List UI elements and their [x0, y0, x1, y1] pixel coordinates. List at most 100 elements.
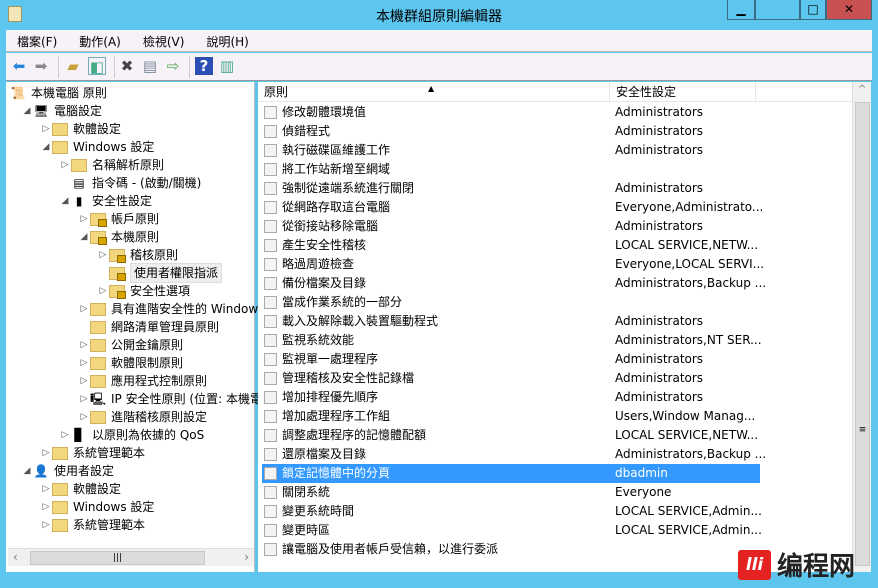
scroll-right-icon[interactable]: › — [244, 550, 249, 564]
tree-item[interactable]: ▷ 具有進階安全性的 Windows — [78, 300, 265, 318]
tree-item-label: 使用者權限指派 — [130, 263, 223, 283]
tree-item[interactable]: ▷ 安全性選項 — [97, 282, 190, 300]
close-button[interactable]: ✕ — [826, 0, 872, 20]
menu-file[interactable]: 檔案(F) — [6, 30, 57, 50]
show-hide-tree-icon[interactable]: ◧ — [88, 57, 106, 76]
tree-item[interactable]: ▷ Windows 設定 — [40, 498, 155, 516]
table-row[interactable]: 強制從遠端系統進行關閉 Administrators — [262, 179, 760, 198]
maximize-button[interactable]: □ — [800, 0, 826, 20]
expand-icon[interactable]: ▷ — [78, 390, 90, 408]
table-row[interactable]: 監視單一處理程序 Administrators — [262, 350, 760, 369]
tree-item[interactable]: ◢ 🖥 電腦設定 — [21, 102, 102, 120]
expand-icon[interactable]: ▷ — [97, 282, 109, 300]
menu-action[interactable]: 動作(A) — [68, 30, 121, 50]
expand-icon[interactable]: ▷ — [78, 408, 90, 426]
expand-icon[interactable]: ▷ — [78, 336, 90, 354]
table-row[interactable]: 關閉系統 Everyone — [262, 483, 760, 502]
tree-item[interactable]: ◢ ▮ 安全性設定 — [59, 192, 152, 210]
collapse-icon[interactable]: ◢ — [21, 102, 33, 120]
table-row[interactable]: 載入及解除載入裝置驅動程式 Administrators — [262, 312, 760, 331]
tree-item[interactable]: ◢ Windows 設定 — [40, 138, 155, 156]
column-header-security-setting[interactable]: 安全性設定 — [610, 82, 756, 102]
collapse-icon[interactable]: ◢ — [21, 462, 33, 480]
table-row[interactable]: 備份檔案及目錄 Administrators,Backup ... — [262, 274, 766, 293]
table-row[interactable]: 從銜接站移除電腦 Administrators — [262, 217, 760, 236]
tree-item[interactable]: ▷ 🖳 IP 安全性原則 (位置: 本機電 — [78, 390, 262, 408]
tree-item[interactable]: ▷ ▊ 以原則為依據的 QoS — [59, 426, 205, 444]
table-row[interactable]: 讓電腦及使用者帳戶受信賴，以進行委派 — [262, 540, 760, 559]
up-folder-icon[interactable]: ▰ — [64, 57, 82, 75]
tree-item[interactable]: ▷ 應用程式控制原則 — [78, 372, 207, 390]
tree-item[interactable]: 網路清單管理員原則 — [78, 318, 219, 336]
table-row[interactable]: 調整處理程序的記憶體配額 LOCAL SERVICE,NETW... — [262, 426, 760, 445]
tree-item[interactable]: 📜 本機電腦 原則 — [10, 84, 107, 102]
tree-item[interactable]: ▷ 軟體限制原則 — [78, 354, 183, 372]
expand-icon[interactable]: ▷ — [78, 372, 90, 390]
table-row[interactable]: 產生安全性稽核 LOCAL SERVICE,NETW... — [262, 236, 760, 255]
table-row[interactable]: 略過周遊檢查 Everyone,LOCAL SERVI... — [262, 255, 764, 274]
expand-icon[interactable]: ▷ — [78, 300, 90, 318]
expand-icon[interactable]: ▷ — [40, 120, 52, 138]
collapse-icon[interactable]: ◢ — [78, 228, 90, 246]
expand-icon[interactable]: ▷ — [40, 480, 52, 498]
tree-item[interactable]: ▷ 軟體設定 — [40, 480, 121, 498]
table-row[interactable]: 變更時區 LOCAL SERVICE,Admin... — [262, 521, 762, 540]
scroll-up-icon[interactable]: ^ — [858, 84, 866, 95]
tree-item[interactable]: ▷ 進階稽核原則設定 — [78, 408, 207, 426]
table-row[interactable]: 當成作業系統的一部分 — [262, 293, 760, 312]
table-row[interactable]: 管理稽核及安全性記錄檔 Administrators — [262, 369, 760, 388]
table-row[interactable]: 監視系統效能 Administrators,NT SER... — [262, 331, 762, 350]
table-row[interactable]: 鎖定記憶體中的分頁 dbadmin — [262, 464, 760, 483]
table-row[interactable]: 變更系統時間 LOCAL SERVICE,Admin... — [262, 502, 762, 521]
tree-item[interactable]: ▷ 帳戶原則 — [78, 210, 159, 228]
back-arrow-icon[interactable]: ⬅ — [10, 57, 28, 75]
tree-item-label: 以原則為依據的 QoS — [92, 428, 205, 442]
expand-icon[interactable]: ▷ — [78, 210, 90, 228]
forward-arrow-icon[interactable]: ➡ — [32, 57, 50, 75]
tree-item[interactable]: ▷ 軟體設定 — [40, 120, 121, 138]
table-row[interactable]: 將工作站新增至網域 — [262, 160, 760, 179]
tree-item[interactable]: ▷ 名稱解析原則 — [59, 156, 164, 174]
properties-icon[interactable]: ▤ — [141, 57, 159, 75]
tree-item[interactable]: ◢ 👤 使用者設定 — [21, 462, 114, 480]
menu-help[interactable]: 說明(H) — [195, 30, 248, 50]
export-list-icon[interactable]: ⇨ — [164, 57, 182, 75]
column-header-policy[interactable]: 原則 ▲ — [258, 82, 610, 102]
table-row[interactable]: 偵錯程式 Administrators — [262, 122, 760, 141]
scrollbar-thumb[interactable]: ||| — [30, 551, 205, 565]
expand-icon[interactable]: ▷ — [40, 444, 52, 462]
show-action-pane-icon[interactable]: ▥ — [218, 57, 236, 75]
expand-icon[interactable]: ▷ — [59, 156, 71, 174]
expand-icon[interactable]: ▷ — [40, 498, 52, 516]
tree-horizontal-scrollbar[interactable]: ‹ ||| › — [8, 548, 254, 566]
tree-item[interactable]: ▷ 系統管理範本 — [40, 516, 145, 534]
scrollbar-thumb[interactable]: ≡ — [855, 102, 870, 566]
table-row[interactable]: 執行磁碟區維護工作 Administrators — [262, 141, 760, 160]
expand-icon[interactable]: ▷ — [97, 246, 109, 264]
table-row[interactable]: 增加處理程序工作組 Users,Window Manag... — [262, 407, 760, 426]
list-vertical-scrollbar[interactable]: ^ ≡ — [852, 82, 871, 572]
table-row[interactable]: 增加排程優先順序 Administrators — [262, 388, 760, 407]
table-row[interactable]: 從網路存取這台電腦 Everyone,Administrato... — [262, 198, 763, 217]
tree-item[interactable]: ▤ 指令碼 - (啟動/關機) — [59, 174, 201, 192]
tree-item[interactable]: ▷ 公開金鑰原則 — [78, 336, 183, 354]
security-setting-value: Administrators — [615, 105, 704, 119]
tree-item[interactable]: 使用者權限指派 — [97, 263, 223, 283]
help-icon[interactable]: ? — [195, 57, 213, 75]
table-row[interactable]: 修改韌體環境值 Administrators — [262, 103, 760, 122]
tree-item[interactable]: ▷ 系統管理範本 — [40, 444, 145, 462]
menu-view[interactable]: 檢視(V) — [132, 30, 185, 50]
collapse-icon[interactable]: ◢ — [59, 192, 71, 210]
collapse-icon[interactable]: ◢ — [40, 138, 52, 156]
expand-icon[interactable]: ▷ — [40, 516, 52, 534]
tree-item[interactable]: ▷ 稽核原則 — [97, 246, 178, 264]
expand-icon[interactable]: ▷ — [78, 354, 90, 372]
minimize-button[interactable]: ▁ — [727, 0, 755, 20]
tree-item-label: 具有進階安全性的 Windows — [111, 302, 265, 316]
expand-icon[interactable]: ▷ — [59, 426, 71, 444]
scroll-left-icon[interactable]: ‹ — [13, 550, 18, 564]
delete-icon[interactable]: ✖ — [118, 57, 136, 75]
tree-item-label: 名稱解析原則 — [92, 158, 165, 172]
table-row[interactable]: 還原檔案及目錄 Administrators,Backup ... — [262, 445, 766, 464]
tree-item[interactable]: ◢ 本機原則 — [78, 228, 159, 246]
